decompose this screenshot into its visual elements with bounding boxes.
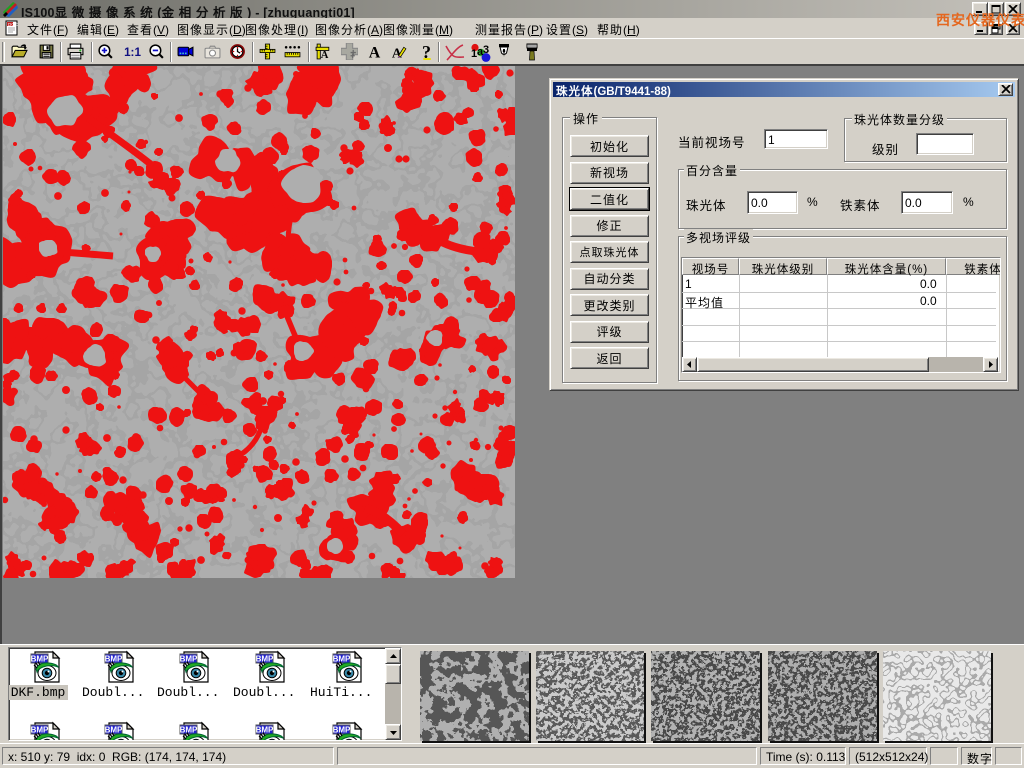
svg-text:1:1: 1:1 xyxy=(124,46,141,59)
svg-text:BMP: BMP xyxy=(180,655,198,664)
svg-text:3: 3 xyxy=(483,44,489,56)
svg-text:BMP: BMP xyxy=(180,726,198,735)
svg-text:DOC: DOC xyxy=(8,22,19,27)
svg-text:BMP: BMP xyxy=(105,726,123,735)
svg-text:BMP: BMP xyxy=(333,655,351,664)
svg-text:BMP: BMP xyxy=(105,655,123,664)
svg-text:BMP: BMP xyxy=(333,726,351,735)
svg-text:A: A xyxy=(321,50,329,60)
svg-text:BMP: BMP xyxy=(256,655,274,664)
svg-text:A: A xyxy=(369,44,381,60)
svg-text:BMP: BMP xyxy=(31,655,49,664)
svg-text:BMP: BMP xyxy=(31,726,49,735)
svg-text:BMP: BMP xyxy=(256,726,274,735)
svg-text:?: ? xyxy=(422,43,431,60)
